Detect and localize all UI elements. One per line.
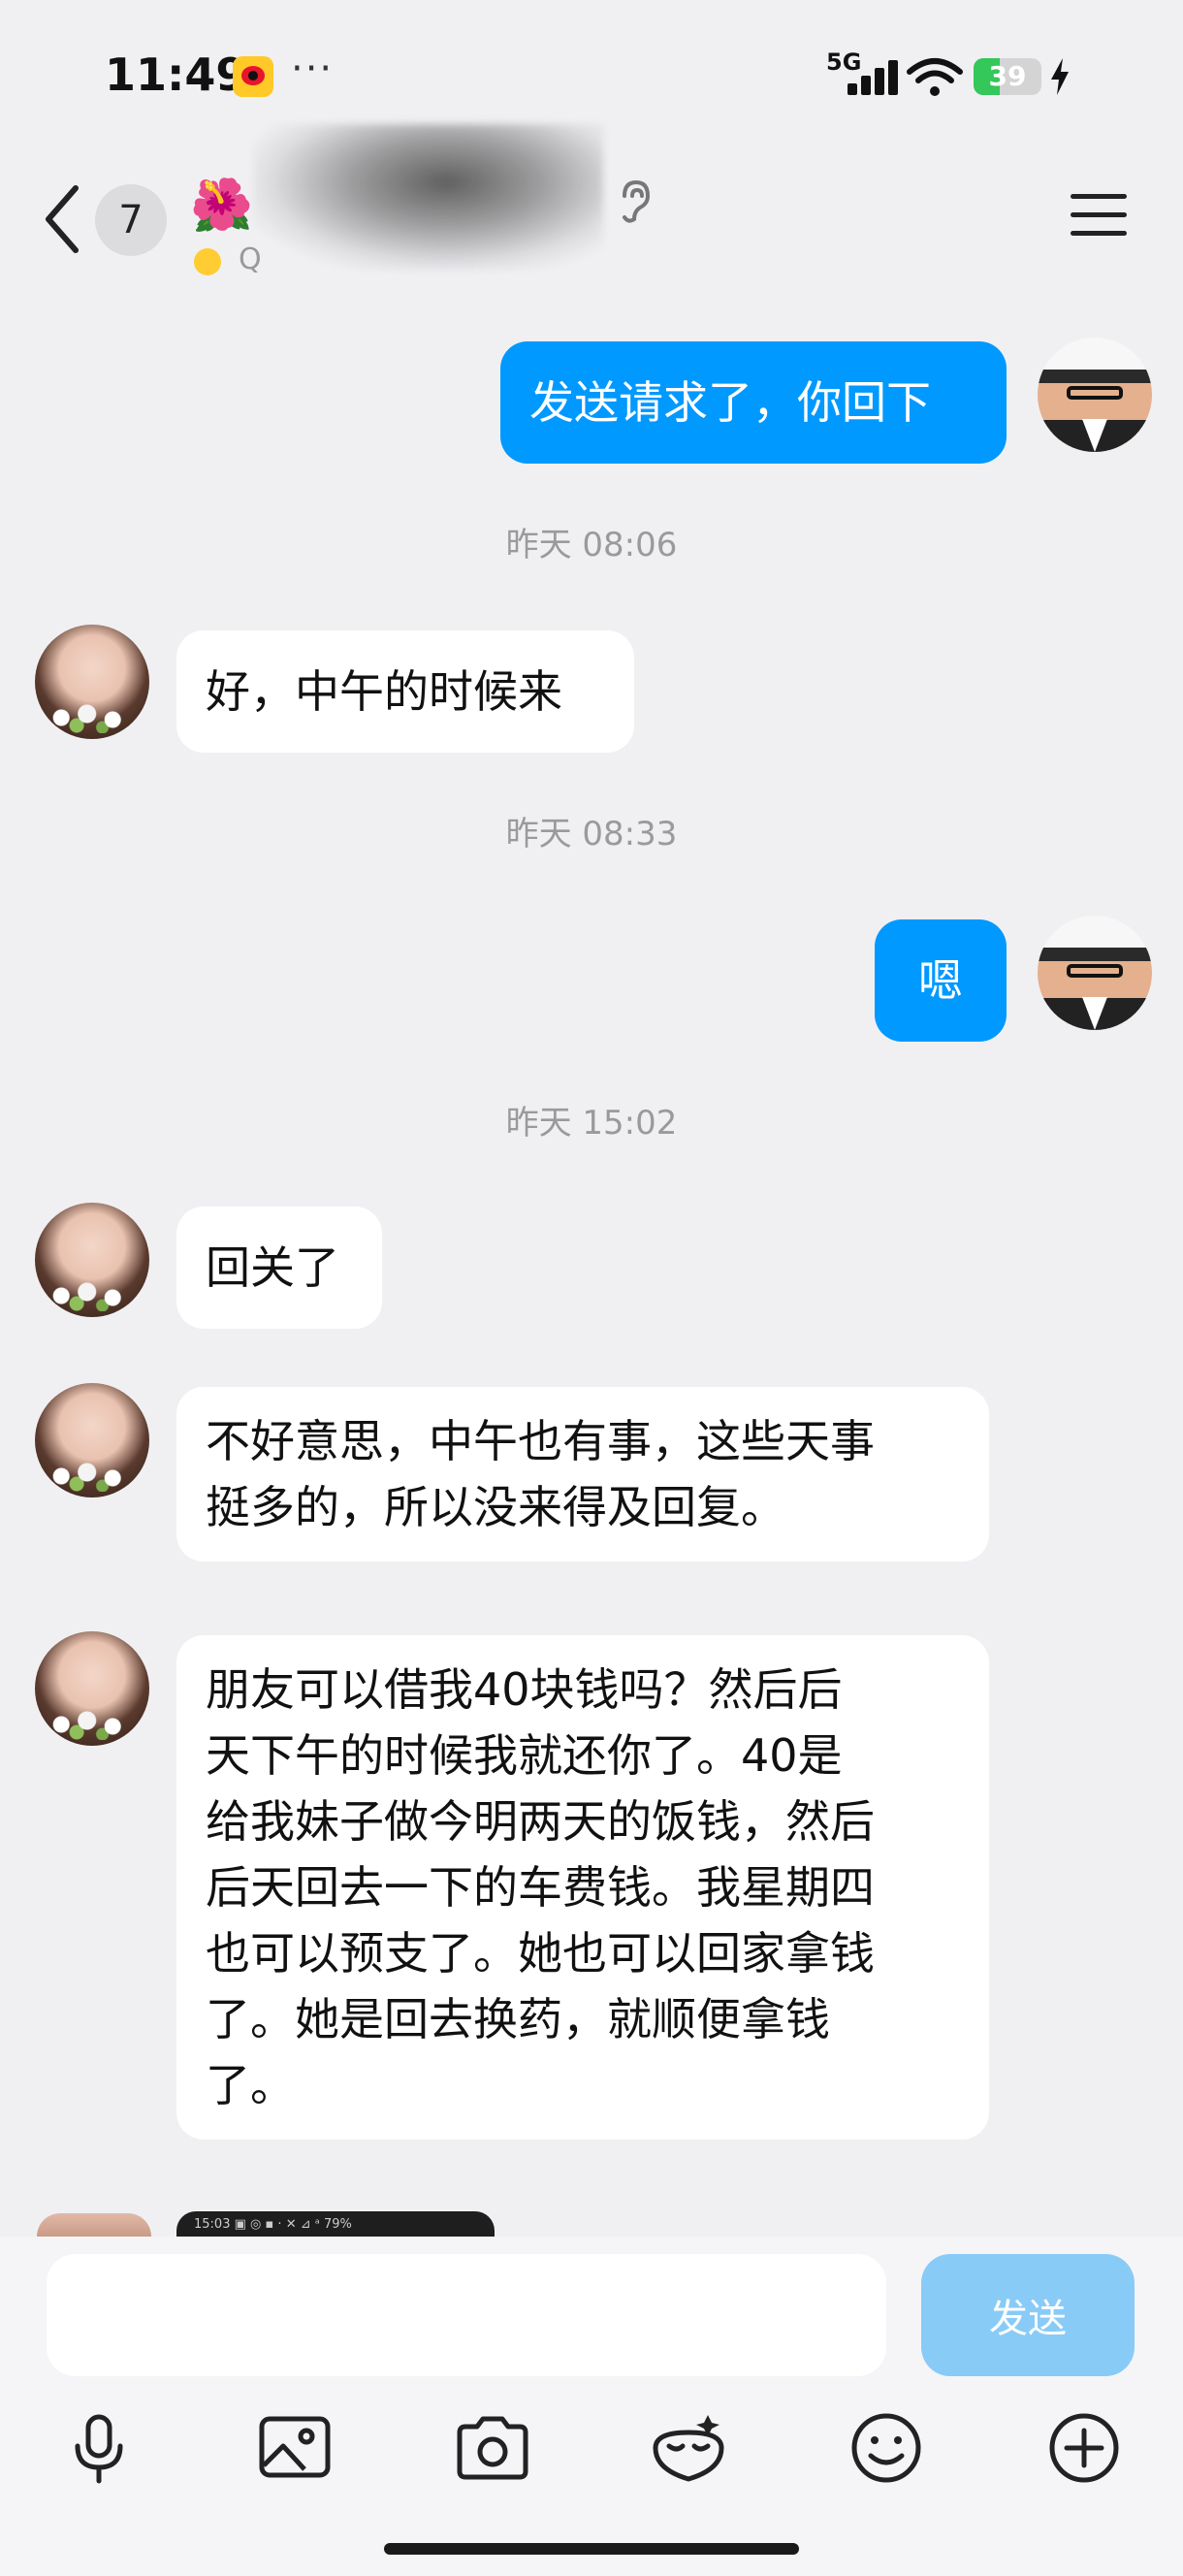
ear-icon xyxy=(623,179,651,223)
redacted-contact-name[interactable] xyxy=(254,124,603,270)
screenshot-image-message[interactable]: 15:03 ▣ ◎ ▪ · ✕ ⊿ ᵃ 79% xyxy=(176,2211,495,2238)
contact-avatar[interactable] xyxy=(35,1203,149,1317)
outgoing-message-bubble[interactable]: 发送请求了，你回下 xyxy=(500,341,1007,464)
incoming-message-bubble[interactable]: 回关了 xyxy=(176,1207,382,1329)
sticker-icon[interactable] xyxy=(650,2409,727,2487)
status-time: 11:49 xyxy=(105,48,247,101)
status-emoji-icon xyxy=(194,248,221,275)
my-avatar[interactable] xyxy=(1038,338,1152,452)
message-line: 挺多的，所以没来得及回复。 xyxy=(206,1481,785,1533)
unread-count-badge[interactable]: 7 xyxy=(95,184,167,256)
message-timestamp: 昨天 15:02 xyxy=(505,1104,678,1143)
contact-avatar[interactable] xyxy=(37,2213,151,2237)
plus-icon[interactable] xyxy=(1045,2409,1123,2487)
image-icon[interactable] xyxy=(256,2409,334,2487)
message-line: 也可以预支了。她也可以回家拿钱 xyxy=(206,1927,875,1980)
message-line: 不好意思，中午也有事，这些天事 xyxy=(206,1415,875,1467)
message-timestamp: 昨天 08:06 xyxy=(505,526,678,564)
camera-icon[interactable] xyxy=(454,2409,531,2487)
message-line: 了。 xyxy=(206,2059,295,2111)
microphone-icon[interactable] xyxy=(60,2409,138,2487)
my-avatar[interactable] xyxy=(1038,916,1152,1030)
charging-icon xyxy=(1051,58,1069,95)
message-line: 给我妹子做今明两天的饭钱，然后 xyxy=(206,1795,875,1848)
message-line: 天下午的时候我就还你了。40是 xyxy=(206,1729,843,1782)
weibo-icon xyxy=(233,56,273,97)
battery-percent: 39 xyxy=(988,60,1027,92)
contact-avatar[interactable] xyxy=(35,625,149,739)
emoji-icon[interactable] xyxy=(847,2409,925,2487)
hibiscus-emoji: 🌺 xyxy=(190,177,253,235)
home-indicator[interactable] xyxy=(384,2543,799,2555)
wifi-icon xyxy=(907,58,963,96)
message-line: 朋友可以借我40块钱吗？然后后 xyxy=(206,1663,843,1716)
contact-avatar[interactable] xyxy=(35,1631,149,1746)
back-button[interactable] xyxy=(39,180,87,258)
message-input[interactable] xyxy=(47,2254,886,2376)
message-line: 后天回去一下的车费钱。我星期四 xyxy=(206,1861,875,1914)
more-notifications-icon: ··· xyxy=(291,47,335,91)
signal-icon xyxy=(844,58,898,95)
incoming-message-bubble[interactable]: 不好意思，中午也有事，这些天事 挺多的，所以没来得及回复。 xyxy=(176,1387,989,1562)
message-line: 了。她是回去换药，就顺便拿钱 xyxy=(206,1993,830,2045)
battery-indicator: 39 xyxy=(974,58,1041,95)
menu-button[interactable] xyxy=(1071,194,1127,242)
incoming-message-bubble[interactable]: 好，中午的时候来 xyxy=(176,630,634,753)
incoming-message-bubble[interactable]: 朋友可以借我40块钱吗？然后后 天下午的时候我就还你了。40是 给我妹子做今明两… xyxy=(176,1635,989,2140)
send-button[interactable]: 发送 xyxy=(921,2254,1135,2376)
outgoing-message-bubble[interactable]: 嗯 xyxy=(875,919,1007,1042)
contact-avatar[interactable] xyxy=(35,1383,149,1497)
message-timestamp: 昨天 08:33 xyxy=(505,815,678,853)
